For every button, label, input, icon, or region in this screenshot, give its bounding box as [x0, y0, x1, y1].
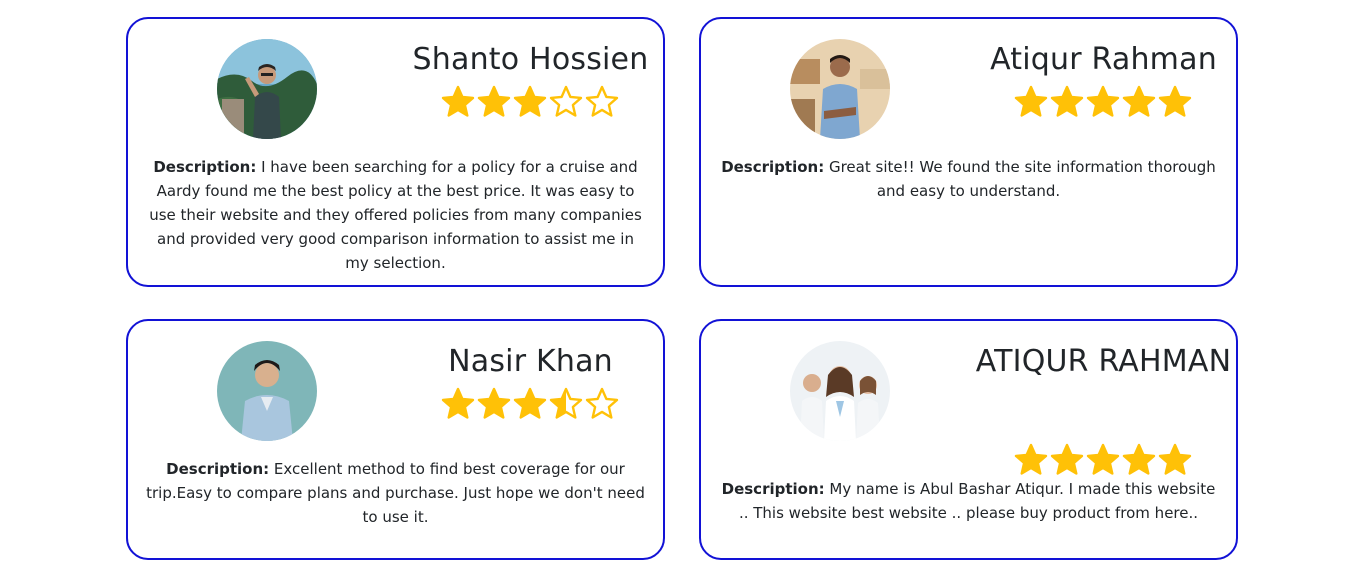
description-label: Description: — [721, 480, 825, 498]
star-filled-icon — [441, 85, 475, 117]
star-empty-icon — [549, 85, 583, 117]
reviewer-name: Nasir Khan — [448, 344, 613, 379]
reviewer-name: Atiqur Rahman — [990, 42, 1217, 77]
review-description: Description: Great site!! We found the s… — [719, 155, 1218, 203]
star-filled-icon — [1014, 443, 1048, 475]
review-card: Shanto Hossien Description: I have been … — [126, 17, 665, 287]
description-label: Description: — [153, 158, 257, 176]
description-text: Great site!! We found the site informati… — [824, 158, 1216, 200]
star-filled-icon — [1050, 85, 1084, 117]
star-filled-icon — [1158, 443, 1192, 475]
reviewer-avatar — [217, 341, 317, 441]
star-filled-icon — [1086, 443, 1120, 475]
star-empty-icon — [585, 85, 619, 117]
review-card: Atiqur Rahman Description: Great site!! … — [699, 17, 1238, 287]
review-description: Description: Excellent method to find be… — [146, 457, 645, 529]
star-filled-icon — [1158, 85, 1192, 117]
star-filled-icon — [1050, 443, 1084, 475]
reviewer-name: Shanto Hossien — [412, 42, 649, 77]
star-empty-icon — [585, 387, 619, 419]
reviewer-avatar — [790, 39, 890, 139]
star-filled-icon — [1122, 443, 1156, 475]
star-rating — [440, 84, 620, 120]
description-label: Description: — [166, 460, 270, 478]
reviewer-name: ATIQUR RAHMAN — [975, 344, 1232, 379]
reviewer-avatar — [790, 341, 890, 441]
review-description: Description: My name is Abul Bashar Atiq… — [719, 477, 1218, 525]
star-rating — [1013, 84, 1193, 120]
star-half-icon — [549, 387, 583, 419]
star-rating — [440, 386, 620, 422]
avatar-photo-icon — [217, 39, 317, 139]
review-card: Nasir Khan Description: Excellent method… — [126, 319, 665, 560]
star-filled-icon — [513, 387, 547, 419]
star-filled-icon — [441, 387, 475, 419]
star-rating — [1013, 442, 1193, 478]
description-label: Description: — [721, 158, 825, 176]
avatar-photo-icon — [217, 341, 317, 441]
avatar-photo-icon — [790, 39, 890, 139]
review-card: ATIQUR RAHMAN Description: My name is Ab… — [699, 319, 1238, 560]
star-filled-icon — [1086, 85, 1120, 117]
star-filled-icon — [477, 387, 511, 419]
star-filled-icon — [1122, 85, 1156, 117]
star-filled-icon — [1014, 85, 1048, 117]
star-filled-icon — [477, 85, 511, 117]
star-filled-icon — [513, 85, 547, 117]
review-description: Description: I have been searching for a… — [146, 155, 645, 275]
reviewer-avatar — [217, 39, 317, 139]
group-photo-icon — [790, 341, 890, 441]
